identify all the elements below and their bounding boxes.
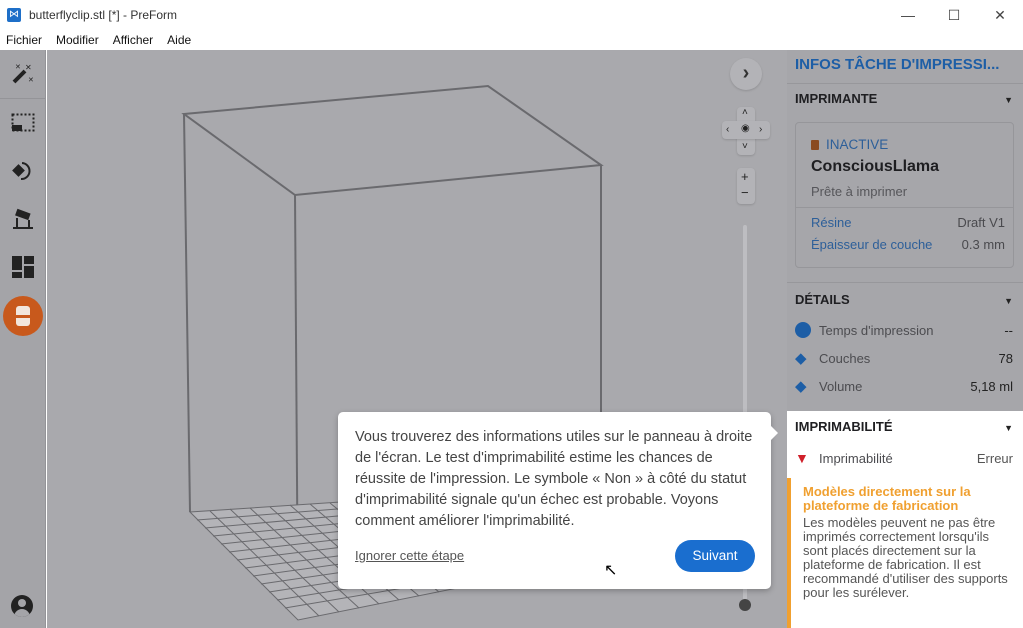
account-icon[interactable] — [11, 595, 33, 617]
printer-section-header[interactable]: IMPRIMANTE — [795, 91, 877, 106]
divider — [796, 207, 1013, 208]
title-bar: ⋈ butterflyclip.stl [*] - PreForm — ☐ ✕ — [0, 0, 1023, 30]
warning-body: Les modèles peuvent ne pas être imprimés… — [803, 515, 1008, 600]
resin-label: Résine — [811, 215, 852, 230]
view-right-icon[interactable]: › — [759, 124, 762, 135]
view-left-icon[interactable]: ‹ — [726, 124, 729, 135]
printability-label: Imprimabilité — [819, 450, 893, 466]
layer-thickness-label: Épaisseur de couche — [811, 237, 933, 252]
warning-title: Modèles directement sur la plateforme de… — [803, 484, 971, 513]
printability-section: IMPRIMABILITÉ ▼ ▼ Imprimabilité Erreur Mod… — [787, 411, 1023, 628]
details-section-header[interactable]: DÉTAILS — [795, 292, 850, 307]
menu-fichier[interactable]: Fichier — [6, 33, 42, 47]
detail-label: Volume — [819, 378, 863, 394]
printability-section-header[interactable]: IMPRIMABILITÉ — [795, 419, 893, 434]
minimize-button[interactable]: — — [885, 0, 931, 30]
resin-value: Draft V1 — [957, 215, 1005, 230]
layers-icon: ◆ — [795, 350, 807, 367]
warning-card[interactable]: Modèles directement sur la plateforme de… — [787, 478, 1023, 628]
expand-panel-button[interactable]: › — [730, 58, 762, 90]
view-down-icon[interactable]: ˅ — [742, 141, 748, 152]
maximize-button[interactable]: ☐ — [931, 0, 977, 30]
detail-row-print-time: Temps d'impression -- — [795, 320, 1013, 340]
tour-text: Vous trouverez des informations utiles s… — [355, 429, 753, 529]
printer-name: ConsciousLlama — [811, 158, 940, 175]
thumbs-down-icon: ▼ — [795, 450, 809, 466]
svg-text:✕: ✕ — [15, 64, 21, 71]
printability-value: Erreur — [976, 450, 1013, 466]
supports-icon[interactable] — [8, 204, 38, 234]
menu-afficher[interactable]: Afficher — [113, 33, 153, 47]
divider — [0, 98, 46, 99]
detail-label: Temps d'impression — [819, 322, 934, 338]
magic-wand-icon[interactable]: ✕ ✕ ✕ — [8, 58, 38, 88]
next-button[interactable]: Suivant — [675, 540, 755, 572]
layout-icon[interactable] — [8, 252, 38, 282]
printer-state: Prête à imprimer — [811, 184, 908, 199]
window-title: butterflyclip.stl [*] - PreForm — [29, 8, 178, 22]
layer-slider-handle[interactable] — [739, 599, 751, 611]
printer-icon — [15, 306, 31, 326]
detail-label: Couches — [819, 350, 871, 366]
chevron-down-icon[interactable]: ▼ — [1004, 296, 1013, 306]
eye-icon[interactable]: ◉ — [741, 123, 750, 134]
menu-bar: Fichier Modifier Afficher Aide — [0, 30, 1023, 50]
clock-icon — [795, 322, 811, 338]
close-button[interactable]: ✕ — [977, 0, 1023, 30]
svg-text:✕: ✕ — [28, 77, 34, 84]
menu-aide[interactable]: Aide — [167, 33, 191, 47]
svg-text:✕: ✕ — [25, 63, 32, 72]
volume-icon: ◆ — [795, 378, 807, 395]
detail-value: -- — [1004, 322, 1013, 338]
tour-popup: Vous trouverez des informations utiles s… — [338, 412, 778, 589]
divider — [787, 282, 1023, 283]
panel-title: INFOS TÂCHE D'IMPRESSI... — [795, 56, 1000, 73]
detail-value: 78 — [998, 350, 1013, 366]
chevron-down-icon[interactable]: ▼ — [1004, 95, 1013, 105]
selection-icon[interactable] — [8, 108, 38, 138]
printability-row: ▼ Imprimabilité Erreur — [795, 448, 1013, 468]
mouse-cursor-icon: ↖ — [604, 562, 618, 579]
print-job-button[interactable] — [3, 296, 43, 336]
printer-card[interactable]: INACTIVE ConsciousLlama Prête à imprimer… — [795, 122, 1014, 268]
chevron-down-icon[interactable]: ▼ — [1004, 423, 1013, 433]
detail-row-layers: ◆ Couches 78 — [795, 348, 1013, 368]
menu-modifier[interactable]: Modifier — [56, 33, 99, 47]
printer-status-icon — [811, 139, 819, 150]
divider — [787, 83, 1023, 84]
detail-value: 5,18 ml — [970, 378, 1013, 394]
print-job-panel: INFOS TÂCHE D'IMPRESSI... IMPRIMANTE ▼ I… — [787, 50, 1023, 628]
layer-thickness-value: 0.3 mm — [961, 237, 1005, 252]
view-up-icon[interactable]: ˄ — [742, 107, 748, 118]
app-icon: ⋈ — [7, 8, 21, 22]
tool-sidebar: ✕ ✕ ✕ — [0, 50, 46, 628]
zoom-in-button[interactable]: + — [741, 169, 749, 184]
skip-step-link[interactable]: Ignorer cette étape — [355, 548, 464, 563]
printer-status: INACTIVE — [826, 137, 889, 152]
detail-row-volume: ◆ Volume 5,18 ml — [795, 376, 1013, 396]
orientation-icon[interactable] — [8, 156, 38, 186]
zoom-out-button[interactable]: − — [741, 185, 749, 200]
